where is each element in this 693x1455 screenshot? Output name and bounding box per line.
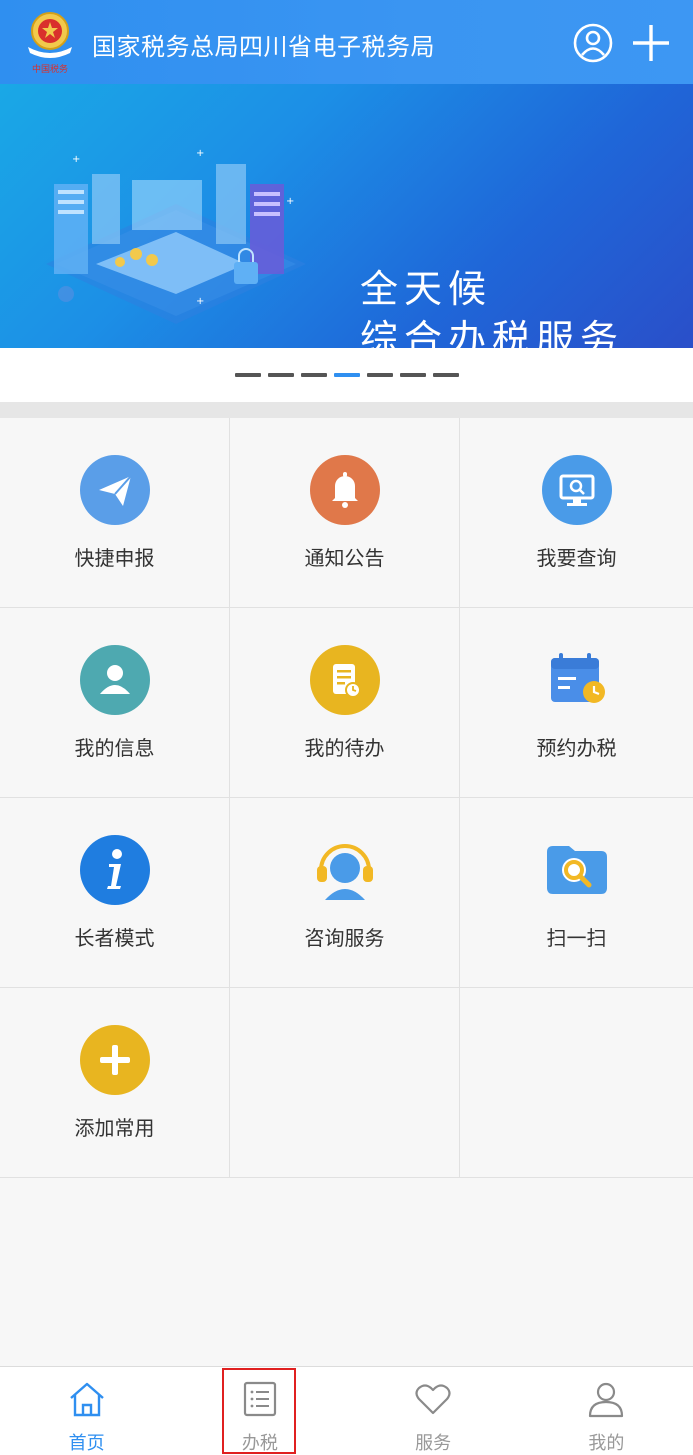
paper-plane-icon <box>79 455 150 525</box>
user-icon <box>589 1382 624 1418</box>
svg-text:+: + <box>196 296 204 307</box>
monitor-search-icon <box>541 455 612 525</box>
grid-item-appointment[interactable]: 预约办税 <box>460 608 693 798</box>
grid-item-query[interactable]: 我要查询 <box>460 418 693 608</box>
grid-item-scan[interactable]: 扫一扫 <box>460 798 693 988</box>
grid-item-label: 我的信息 <box>74 736 155 760</box>
promo-banner[interactable]: + + + + 全天候 综合办税服务 <box>0 84 693 348</box>
grid-item-label: 我的待办 <box>304 736 385 760</box>
nav-item-home[interactable]: 首页 <box>0 1367 173 1455</box>
todo-document-icon <box>309 645 380 715</box>
bell-icon <box>309 455 380 525</box>
add-icon <box>79 1025 150 1095</box>
pager-dot[interactable] <box>432 373 459 377</box>
home-icon <box>69 1382 104 1417</box>
bottom-nav: 首页 办税 服务 我的 <box>0 1366 693 1455</box>
info-icon <box>79 835 150 905</box>
app-header: 中国税务 国家税务总局四川省电子税务局 <box>0 0 693 84</box>
pager-dot[interactable] <box>234 373 261 377</box>
plus-icon[interactable] <box>630 22 672 64</box>
nav-label: 服务 <box>415 1433 452 1454</box>
scan-magnifier-icon <box>546 846 607 894</box>
nav-item-service[interactable]: 服务 <box>347 1367 520 1455</box>
svg-text:+: + <box>72 154 80 165</box>
grid-item-my-todo[interactable]: 我的待办 <box>230 608 460 798</box>
pager-dot-active[interactable] <box>333 373 360 377</box>
user-circle-icon[interactable] <box>572 22 614 64</box>
grid-item-label: 通知公告 <box>304 546 385 570</box>
nav-item-tax[interactable]: 办税 <box>173 1367 346 1455</box>
pager-dot[interactable] <box>300 373 327 377</box>
nav-item-mine[interactable]: 我的 <box>520 1367 693 1455</box>
person-icon <box>79 645 150 715</box>
nav-label: 我的 <box>588 1433 625 1454</box>
nav-label: 首页 <box>68 1433 105 1454</box>
grid-item-notices[interactable]: 通知公告 <box>230 418 460 608</box>
function-grid: 快捷申报 通知公告 我要查询 我的信息 我的待办 预约办税 长者模式 咨询服务 … <box>0 418 693 1178</box>
headset-icon <box>316 844 373 900</box>
svg-text:+: + <box>196 148 204 159</box>
grid-item-label: 快捷申报 <box>74 546 155 570</box>
heart-icon <box>415 1384 451 1415</box>
grid-item-quick-declare[interactable]: 快捷申报 <box>0 418 230 608</box>
app-title: 国家税务总局四川省电子税务局 <box>92 33 435 61</box>
svg-text:中国税务: 中国税务 <box>32 63 68 75</box>
svg-text:+: + <box>286 196 294 207</box>
grid-item-label: 预约办税 <box>536 736 617 760</box>
grid-item-elder-mode[interactable]: 长者模式 <box>0 798 230 988</box>
banner-headline: 全天候 <box>360 267 493 311</box>
grid-empty-cell <box>230 988 460 1178</box>
nav-label: 办税 <box>241 1433 278 1454</box>
pager-dot[interactable] <box>267 373 294 377</box>
banner-subheadline: 综合办税服务 <box>360 317 625 348</box>
tax-emblem-icon: 中国税务 <box>28 12 72 75</box>
grid-item-consult[interactable]: 咨询服务 <box>230 798 460 988</box>
grid-item-label: 扫一扫 <box>546 926 607 950</box>
pager-dot[interactable] <box>399 373 426 377</box>
grid-item-add-favorite[interactable]: 添加常用 <box>0 988 230 1178</box>
calendar-clock-icon <box>550 653 605 703</box>
grid-empty-cell <box>460 988 693 1178</box>
grid-item-label: 我要查询 <box>536 546 617 570</box>
grid-item-label: 长者模式 <box>74 926 155 950</box>
section-divider <box>0 402 693 418</box>
list-icon <box>243 1381 276 1417</box>
grid-item-label: 添加常用 <box>74 1116 155 1140</box>
blank-area <box>0 1178 693 1366</box>
pager-dot[interactable] <box>366 373 393 377</box>
grid-item-my-info[interactable]: 我的信息 <box>0 608 230 798</box>
data-center-illustration: + + + + <box>46 148 306 324</box>
grid-item-label: 咨询服务 <box>304 926 385 950</box>
banner-pager <box>0 348 693 402</box>
